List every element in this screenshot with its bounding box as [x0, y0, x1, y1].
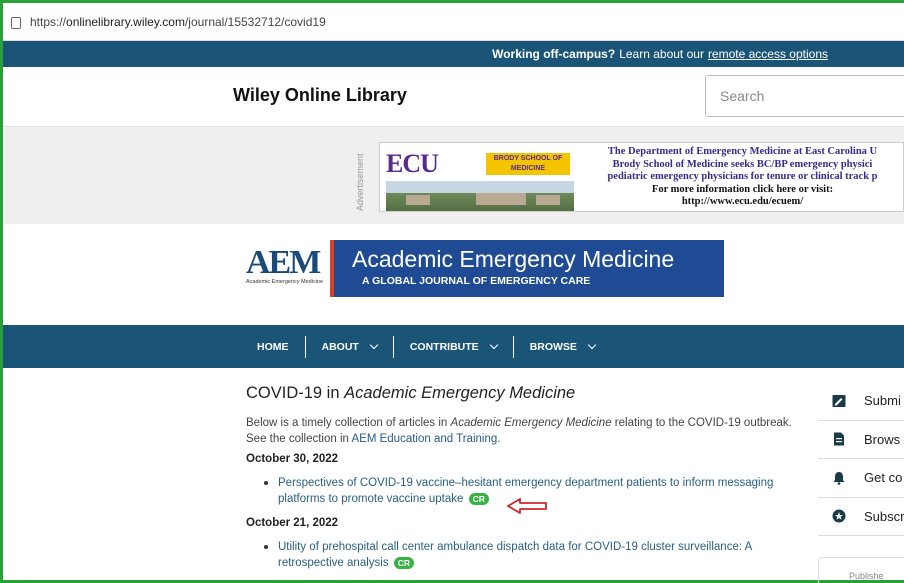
site-header: Wiley Online Library Search [3, 67, 904, 127]
ad-line-3: pediatric emergency physicians for tenur… [607, 171, 878, 183]
sidebar-item-subscribe[interactable]: Subscr [818, 498, 904, 536]
journal-title: Academic Emergency Medicine [352, 246, 675, 272]
remote-access-link[interactable]: remote access options [708, 47, 828, 61]
article-link[interactable]: Utility of prehospital call center ambul… [278, 541, 752, 569]
sidebar-item-browse[interactable]: Brows [818, 421, 904, 459]
campus-photo [386, 181, 574, 211]
chevron-down-icon [587, 340, 597, 349]
chevron-down-icon [489, 340, 498, 349]
sidebar: Submi Brows Get co Subscr [818, 382, 904, 536]
wiley-logo[interactable]: Wiley Online Library [233, 85, 407, 106]
aem-education-link[interactable]: AEM Education and Training [352, 433, 498, 445]
offcampus-banner: Working off-campus? Learn about our remo… [3, 41, 904, 67]
article-item[interactable]: Utility of prehospital call center ambul… [246, 539, 806, 571]
sidebar-item-label: Subscr [864, 508, 904, 524]
page-title-italic: Academic Emergency Medicine [344, 384, 576, 402]
section-date: October 21, 2022 [246, 517, 339, 529]
ad-line-1: The Department of Emergency Medicine at … [607, 146, 878, 157]
sidebar-item-submit[interactable]: Submi [818, 382, 904, 421]
nav-contribute[interactable]: CONTRIBUTE [392, 335, 513, 358]
ecu-ad-text: The Department of Emergency Medicine at … [580, 146, 904, 209]
aem-logo: AEM Academic Emergency Medicine [244, 240, 330, 297]
section-date: October 30, 2022 [246, 453, 339, 465]
aem-logo-subtitle: Academic Emergency Medicine [246, 279, 324, 285]
page-title: COVID-19 in Academic Emergency Medicine [246, 384, 806, 403]
advertisement-row: Advertisement ECU BRODY SCHOOL OF MEDICI… [3, 127, 904, 224]
star-icon [832, 509, 846, 523]
ecu-school-badge: BRODY SCHOOL OF MEDICINE [486, 153, 570, 175]
edit-icon [832, 394, 846, 407]
bell-icon [833, 471, 845, 485]
cr-badge: CR [468, 492, 489, 505]
intro-paragraph: Below is a timely collection of articles… [246, 415, 806, 447]
building-shape [536, 195, 560, 205]
ecu-advertisement[interactable]: ECU BRODY SCHOOL OF MEDICINE The Departm… [379, 142, 904, 212]
advertisement-label: Advertisement [355, 153, 365, 211]
journal-banner[interactable]: AEM Academic Emergency Medicine Academic… [244, 240, 724, 297]
ecu-logo: ECU [386, 149, 439, 178]
ecu-ad-image: ECU BRODY SCHOOL OF MEDICINE [382, 145, 576, 211]
journal-title-block: Academic Emergency Medicine A GLOBAL JOU… [330, 240, 724, 297]
intro-text-1: Below is a timely collection of articles… [246, 417, 451, 429]
url-text[interactable]: https://onlinelibrary.wiley.com/journal/… [30, 15, 326, 29]
url-path: /journal/15532712/covid19 [184, 14, 326, 29]
nav-home[interactable]: HOME [241, 336, 305, 358]
url-prefix: https:// [30, 14, 67, 29]
offcampus-bold: Working off-campus? [492, 47, 616, 61]
published-box: Publishe [818, 557, 904, 583]
nav-browse[interactable]: BROWSE [512, 335, 611, 358]
search-input[interactable]: Search [705, 75, 904, 117]
nav-home-label: HOME [257, 340, 289, 353]
red-arrow-annotation [507, 498, 547, 514]
journal-nav: HOME ABOUT CONTRIBUTE BROWSE [3, 325, 904, 368]
ad-link[interactable]: http://www.ecu.edu/ecuem/ [580, 196, 904, 209]
sidebar-item-label: Brows [864, 431, 901, 447]
aem-logo-letters: AEM [246, 244, 321, 281]
nav-about-label: ABOUT [321, 340, 359, 353]
main-content: COVID-19 in Academic Emergency Medicine … [246, 384, 806, 581]
ad-line-4: For more information click here or visit… [651, 183, 834, 195]
chevron-down-icon [369, 340, 379, 349]
sidebar-item-label: Get co [864, 470, 903, 486]
journal-subtitle: A GLOBAL JOURNAL OF EMERGENCY CARE [362, 275, 591, 287]
nav-browse-label: BROWSE [529, 340, 577, 353]
lock-icon [11, 16, 21, 29]
sidebar-item-get-content[interactable]: Get co [818, 459, 904, 498]
ad-line-2: Brody School of Medicine seeks BC/BP eme… [612, 158, 873, 170]
building-shape [476, 193, 526, 205]
url-host: onlinelibrary.wiley.com [66, 14, 185, 29]
cr-badge: CR [393, 556, 415, 569]
offcampus-text: Learn about our [619, 47, 704, 61]
intro-italic: Academic Emergency Medicine [450, 417, 612, 429]
nav-items: HOME ABOUT CONTRIBUTE BROWSE [241, 325, 611, 368]
page-title-plain: COVID-19 in [246, 384, 345, 402]
address-bar[interactable]: https://onlinelibrary.wiley.com/journal/… [3, 3, 904, 41]
intro-end: . [497, 433, 501, 445]
document-icon [834, 432, 844, 446]
sidebar-item-label: Submi [864, 393, 901, 409]
nav-contribute-label: CONTRIBUTE [409, 340, 479, 353]
building-shape [406, 195, 430, 205]
nav-about[interactable]: ABOUT [304, 335, 393, 358]
